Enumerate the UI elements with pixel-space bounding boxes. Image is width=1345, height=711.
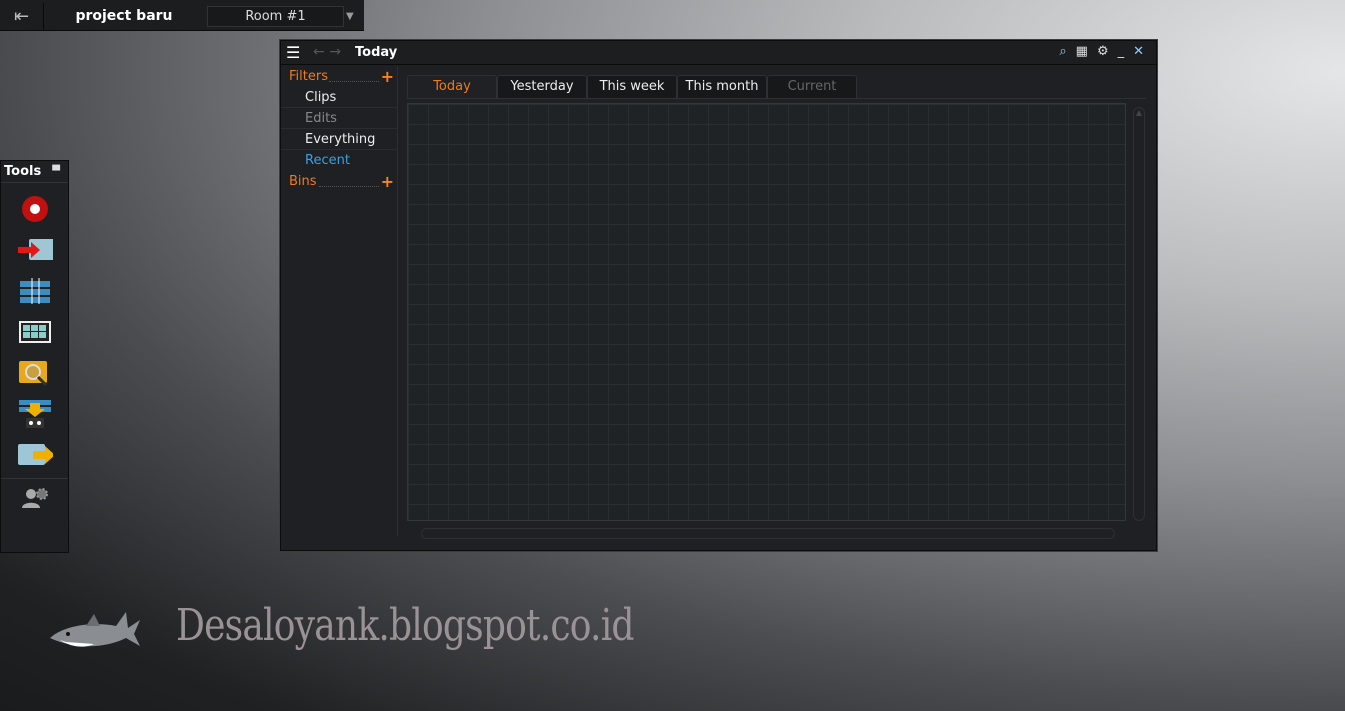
minimize-icon[interactable]: _: [1118, 44, 1125, 59]
filters-header[interactable]: Filters +: [281, 66, 397, 87]
tools-panel: Tools ▀: [0, 160, 69, 553]
search-folder-icon[interactable]: [17, 358, 53, 388]
shark-logo: [50, 612, 140, 647]
sidebar-item-clips[interactable]: Clips: [281, 87, 397, 108]
tools-title: Tools: [4, 164, 42, 179]
library-window: ☰ ← → Today ⌕ ▦ ⚙ _ ✕ Filters + Clips Edi…: [280, 40, 1157, 551]
chevron-down-icon[interactable]: ▼: [346, 6, 354, 27]
export-icon[interactable]: [17, 440, 53, 470]
multicam-icon[interactable]: [17, 317, 53, 347]
window-title: Today: [355, 45, 398, 60]
sidebar-item-everything[interactable]: Everything: [281, 129, 397, 150]
vertical-scrollbar[interactable]: ▲: [1133, 107, 1145, 521]
room-select[interactable]: Room #1: [207, 6, 344, 27]
tab-yesterday[interactable]: Yesterday: [497, 75, 587, 98]
keyboard-icon[interactable]: ▦: [1076, 44, 1088, 59]
top-bar: ⇤ project baru Room #1 ▼: [0, 0, 364, 31]
import-icon[interactable]: [17, 235, 53, 265]
sidebar: Filters + Clips Edits Everything Recent B…: [281, 66, 398, 536]
export-to-tape-icon[interactable]: [17, 399, 53, 429]
filters-label: Filters: [289, 69, 328, 84]
tab-today[interactable]: Today: [407, 75, 497, 98]
pin-icon[interactable]: ▀: [52, 161, 60, 183]
search-icon[interactable]: ⌕: [1059, 44, 1066, 59]
timeline-icon[interactable]: [17, 276, 53, 306]
gear-icon[interactable]: ⚙: [1097, 44, 1109, 59]
tab-this-week[interactable]: This week: [587, 75, 677, 98]
window-titlebar: ☰ ← → Today ⌕ ▦ ⚙ _ ✕: [281, 41, 1156, 65]
watermark-text: Desaloyank.blogspot.co.id: [176, 600, 635, 651]
horizontal-scrollbar[interactable]: [421, 528, 1115, 539]
bins-label: Bins: [289, 174, 317, 189]
exit-icon[interactable]: ⇤: [0, 3, 44, 30]
add-bin-icon[interactable]: +: [381, 171, 394, 192]
sidebar-item-recent[interactable]: Recent: [281, 150, 397, 171]
forward-icon[interactable]: →: [329, 44, 341, 60]
sidebar-item-edits[interactable]: Edits: [281, 108, 397, 129]
tab-current[interactable]: Current: [767, 75, 857, 98]
bins-header[interactable]: Bins +: [281, 171, 397, 192]
tab-this-month[interactable]: This month: [677, 75, 767, 98]
back-icon[interactable]: ←: [313, 44, 325, 60]
add-filter-icon[interactable]: +: [381, 66, 394, 87]
close-icon[interactable]: ✕: [1133, 44, 1144, 59]
user-settings-icon[interactable]: [17, 483, 53, 513]
clip-grid[interactable]: [407, 103, 1126, 521]
record-icon[interactable]: [17, 194, 53, 224]
menu-icon[interactable]: ☰: [286, 45, 300, 61]
project-title: project baru: [75, 8, 173, 24]
